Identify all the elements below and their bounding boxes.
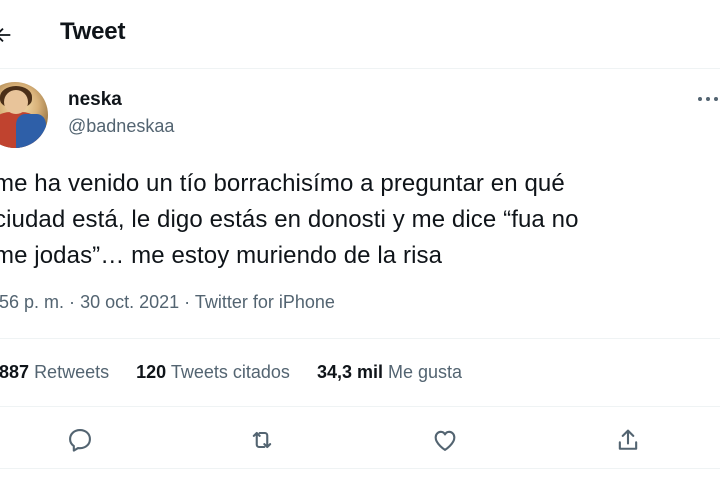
quote-tweets-count: 120 [136, 362, 167, 382]
retweets-count: .887 [0, 362, 30, 382]
tweet-text-line: me ha venido un tío borrachisímo a pregu… [0, 170, 565, 197]
action-bar [0, 418, 720, 460]
display-name[interactable]: neska [68, 89, 122, 111]
page-title: Tweet [60, 18, 126, 45]
divider [0, 68, 720, 69]
tweet-time[interactable]: :56 p. m. [0, 292, 64, 312]
divider [0, 338, 720, 339]
tweet-text-line: ciudad está, le digo estás en donosti y … [0, 206, 579, 233]
quote-tweets-stat[interactable]: 120 Tweets citados [136, 362, 290, 383]
user-handle[interactable]: @badneskaa [68, 116, 174, 137]
quote-tweets-label: Tweets citados [170, 362, 290, 382]
tweet-source[interactable]: Twitter for iPhone [195, 292, 335, 312]
likes-label: Me gusta [388, 362, 463, 382]
back-arrow-icon[interactable] [0, 24, 14, 46]
header: Tweet [0, 0, 720, 68]
avatar[interactable] [0, 82, 48, 148]
retweet-icon[interactable] [248, 426, 276, 454]
divider [0, 468, 720, 469]
separator: · [184, 292, 191, 312]
retweets-stat[interactable]: .887 Retweets [0, 362, 109, 383]
tweet-date[interactable]: 30 oct. 2021 [80, 292, 179, 312]
tweet-text: me ha venido un tío borrachisímo a pregu… [0, 166, 714, 274]
likes-stat[interactable]: 34,3 mil Me gusta [317, 362, 462, 383]
likes-count: 34,3 mil [316, 362, 383, 382]
share-icon[interactable] [614, 426, 642, 454]
tweet-stats: .887 Retweets 120 Tweets citados 34,3 mi… [0, 362, 484, 383]
tweet-metadata: :56 p. m. · 30 oct. 2021 · Twitter for i… [0, 292, 335, 313]
like-icon[interactable] [431, 426, 459, 454]
reply-icon[interactable] [66, 426, 94, 454]
divider [0, 406, 720, 407]
separator: · [69, 292, 76, 312]
more-options-icon[interactable] [694, 88, 720, 112]
retweets-label: Retweets [34, 362, 110, 382]
tweet-text-line: me jodas”… me estoy muriendo de la risa [0, 242, 443, 269]
